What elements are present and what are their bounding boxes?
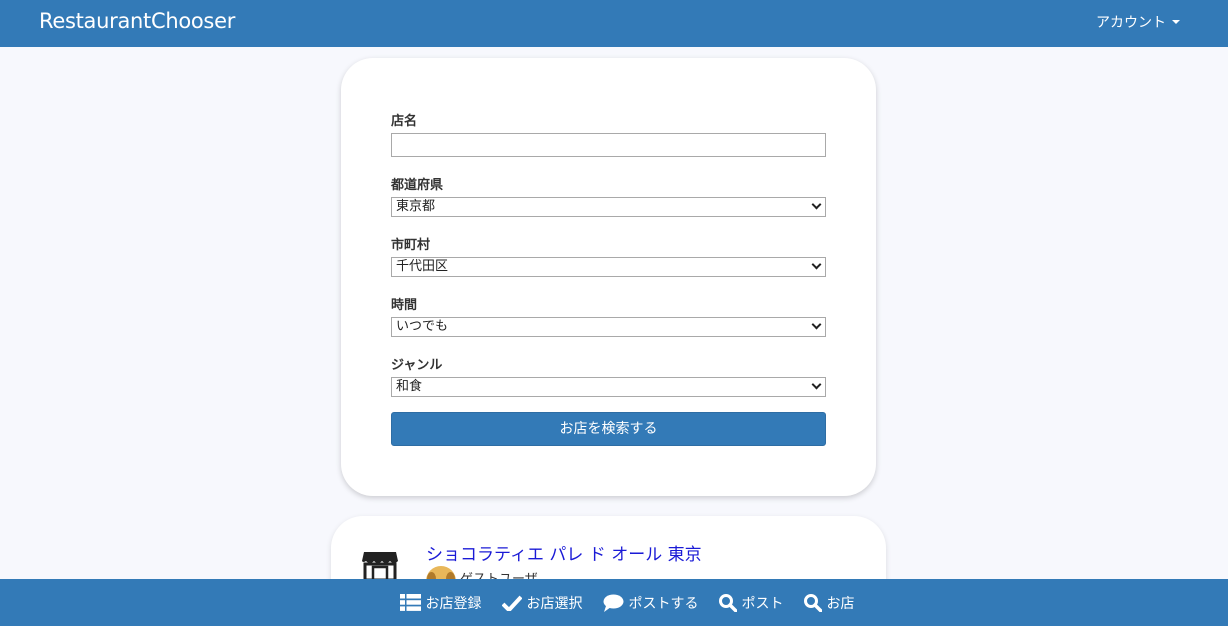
genre-label: ジャンル	[391, 358, 443, 373]
name-input[interactable]	[391, 133, 826, 157]
shop-title-link[interactable]: ショコラティエ パレ ド オール 東京	[426, 540, 702, 565]
city-select[interactable]: 千代田区	[391, 257, 826, 277]
prefecture-value: 東京都	[396, 199, 436, 214]
search-shops-button[interactable]: お店を検索する	[391, 412, 826, 446]
time-select[interactable]: いつでも	[391, 317, 826, 337]
city-value: 千代田区	[396, 259, 449, 274]
city-label: 市町村	[391, 238, 431, 253]
nav-create-post[interactable]: ポストする	[603, 593, 699, 613]
search-icon	[718, 593, 737, 612]
nav-select-shop-label: お店選択	[526, 595, 583, 612]
check-icon	[501, 595, 522, 611]
nav-register-shop[interactable]: お店登録	[399, 593, 482, 613]
chevron-down-icon	[811, 319, 822, 330]
genre-value: 和食	[396, 379, 423, 394]
list-icon	[399, 594, 421, 611]
nav-shops[interactable]: お店	[803, 593, 855, 613]
account-dropdown[interactable]: アカウント	[1096, 12, 1180, 32]
nav-posts[interactable]: ポスト	[718, 593, 784, 613]
search-icon	[803, 593, 822, 612]
chevron-down-icon	[811, 379, 822, 390]
account-label: アカウント	[1096, 15, 1166, 31]
caret-down-icon	[1172, 20, 1180, 24]
search-form-card: 店名 都道府県 東京都 市町村 千代田区 時間 いつでも ジャンル 和食 お店を…	[341, 58, 876, 496]
chevron-down-icon	[811, 199, 822, 210]
chevron-down-icon	[811, 259, 822, 270]
nav-register-shop-label: お店登録	[425, 595, 482, 612]
nav-select-shop[interactable]: お店選択	[501, 593, 583, 613]
comment-icon	[603, 594, 623, 612]
bottom-navbar: お店登録 お店選択 ポストする ポスト お店	[0, 579, 1228, 626]
prefecture-label: 都道府県	[391, 178, 444, 193]
nav-shops-label: お店	[826, 595, 855, 612]
nav-posts-label: ポスト	[741, 595, 784, 612]
top-navbar: RestaurantChooser アカウント	[0, 0, 1228, 47]
name-label: 店名	[391, 114, 418, 129]
time-label: 時間	[391, 298, 418, 313]
time-value: いつでも	[396, 319, 449, 334]
prefecture-select[interactable]: 東京都	[391, 197, 826, 217]
genre-select[interactable]: 和食	[391, 377, 826, 397]
brand-logo[interactable]: RestaurantChooser	[39, 9, 235, 33]
nav-create-post-label: ポストする	[628, 595, 699, 612]
